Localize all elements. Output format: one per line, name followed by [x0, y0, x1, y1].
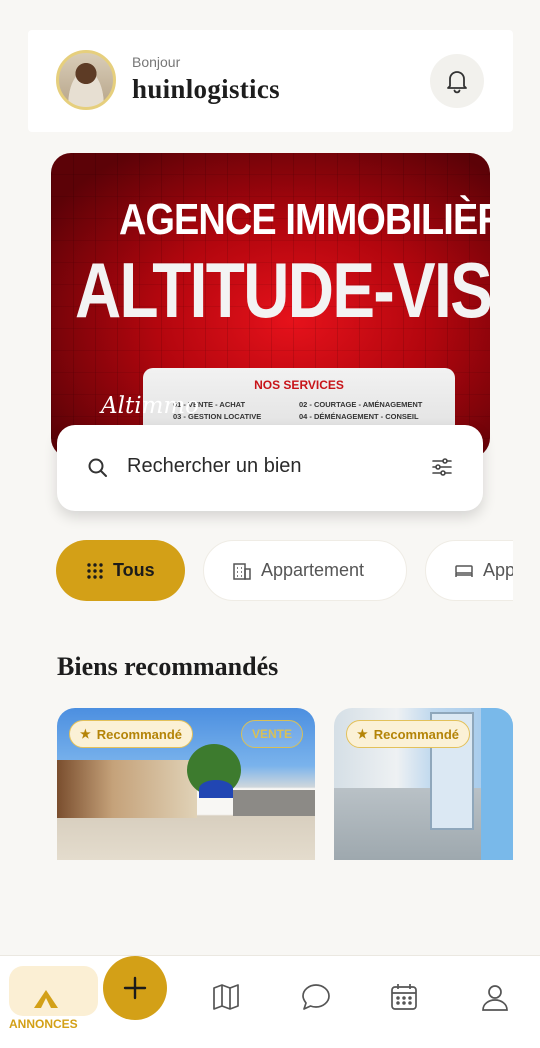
service-item: 04 - DÉMÉNAGEMENT - CONSEIL — [299, 412, 419, 421]
user-avatar[interactable] — [56, 50, 116, 110]
profile-icon[interactable] — [480, 982, 510, 1012]
chip-label: Tous — [113, 560, 155, 580]
property-photo-part — [233, 790, 315, 816]
filter-icon[interactable] — [431, 457, 453, 477]
property-card[interactable]: ★ Recommandé — [334, 708, 513, 860]
building-icon — [233, 562, 251, 580]
section-title: Biens recommandés — [57, 652, 279, 681]
service-item: 02 - COURTAGE - AMÉNAGEMENT — [299, 400, 423, 409]
chip-appartement[interactable]: Appartement — [203, 540, 407, 601]
notification-button[interactable] — [430, 54, 484, 108]
home-icon — [34, 990, 58, 1008]
bell-icon — [447, 71, 467, 94]
greeting-text: Bonjour — [132, 54, 181, 70]
calendar-icon[interactable] — [389, 982, 419, 1012]
chip-app[interactable]: App — [425, 540, 513, 601]
badge-label: Recommandé — [96, 726, 183, 742]
nav-annonces[interactable] — [9, 966, 98, 1016]
chat-icon[interactable] — [300, 982, 332, 1012]
star-icon: ★ — [357, 727, 368, 741]
banner-title-line1: AGENCE IMMOBILIÈRE — [119, 195, 490, 244]
bed-icon — [455, 564, 473, 577]
search-input[interactable]: Rechercher un bien — [127, 455, 302, 478]
recommended-badge: ★ Recommandé — [69, 720, 194, 748]
star-icon: ★ — [80, 727, 91, 741]
badge-label: Recommandé — [373, 726, 460, 742]
add-icon — [123, 976, 147, 1000]
brand-logo-text: Altimmo — [101, 393, 200, 419]
property-photo-part — [199, 780, 233, 798]
grid-icon — [87, 562, 103, 579]
chip-label: App — [483, 560, 513, 580]
banner-title-line2: ALTITUDE-VISIO — [75, 246, 490, 334]
add-listing-button[interactable] — [103, 956, 167, 1020]
recommended-list: ★ Recommandé VENTE ★ Recommandé — [57, 708, 513, 860]
category-chips: Tous Appartement App — [56, 540, 513, 602]
recommended-badge: ★ Recommandé — [346, 720, 471, 748]
property-photo-part — [481, 708, 513, 860]
status-badge: VENTE — [240, 720, 303, 748]
property-photo-part — [57, 760, 197, 818]
nav-annonces-label: ANNONCES — [9, 1017, 78, 1031]
search-icon — [88, 458, 107, 477]
promo-banner[interactable]: AGENCE IMMOBILIÈRE ALTITUDE-VISIO NOS SE… — [51, 153, 490, 458]
header-card: Bonjour huinlogistics — [28, 30, 513, 132]
bottom-navigation: ANNONCES — [0, 955, 540, 1048]
services-title: NOS SERVICES — [254, 378, 344, 392]
chip-tous[interactable]: Tous — [56, 540, 185, 601]
chip-label: Appartement — [261, 560, 365, 580]
property-card[interactable]: ★ Recommandé VENTE — [57, 708, 315, 860]
username-text: huinlogistics — [132, 74, 280, 104]
map-icon[interactable] — [211, 982, 241, 1012]
search-bar[interactable]: Rechercher un bien — [57, 425, 483, 511]
